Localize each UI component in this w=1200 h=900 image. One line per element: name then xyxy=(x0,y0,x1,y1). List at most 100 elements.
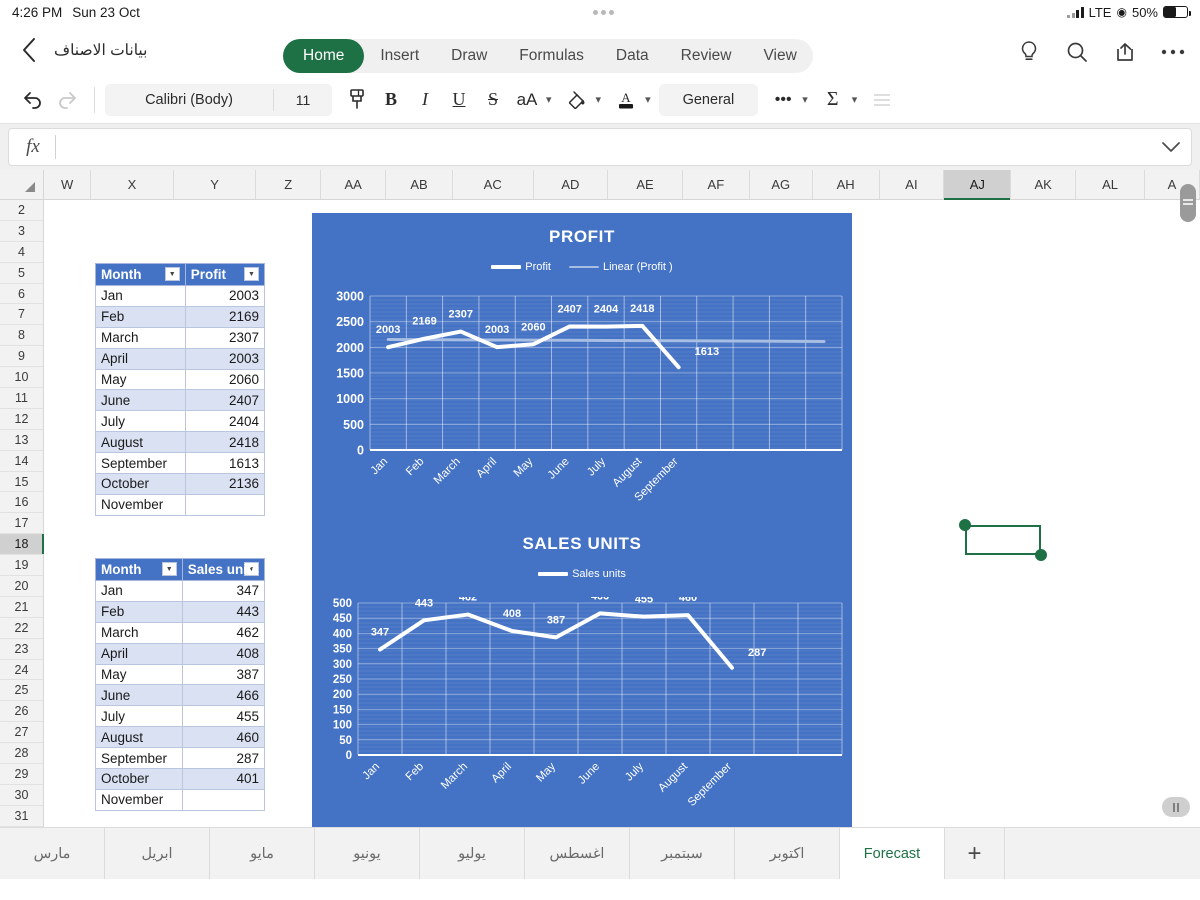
profit-table-header-profit[interactable]: ▼ Profit xyxy=(184,263,266,286)
column-header-X[interactable]: X xyxy=(91,170,174,199)
row-header-19[interactable]: 19 xyxy=(0,555,43,577)
cell-sales[interactable]: 462 xyxy=(181,621,266,644)
row-header-17[interactable]: 17 xyxy=(0,513,43,535)
sheet-tab-april[interactable]: ابريل xyxy=(105,828,210,879)
filter-dropdown-icon[interactable]: ▼ xyxy=(164,267,180,281)
format-painter-icon[interactable] xyxy=(340,83,374,117)
cell-month[interactable]: August xyxy=(95,726,183,749)
search-icon[interactable] xyxy=(1064,39,1090,65)
cell-month[interactable]: March xyxy=(95,621,183,644)
table-row[interactable]: Jan 2003 xyxy=(95,285,266,307)
table-row[interactable]: March 462 xyxy=(95,621,266,644)
cell-sales[interactable]: 408 xyxy=(181,642,266,665)
sheet-tab-march[interactable]: مارس xyxy=(0,828,105,879)
column-header-AE[interactable]: AE xyxy=(608,170,683,199)
cell-month[interactable]: Jan xyxy=(95,580,183,602)
lightbulb-icon[interactable] xyxy=(1016,39,1042,65)
table-row[interactable]: September 1613 xyxy=(95,452,266,475)
column-header-AK[interactable]: AK xyxy=(1011,170,1077,199)
row-header-31[interactable]: 31 xyxy=(0,805,43,827)
table-row[interactable]: July 455 xyxy=(95,705,266,728)
row-header-27[interactable]: 27 xyxy=(0,722,43,744)
table-row[interactable]: Jan 347 xyxy=(95,580,266,602)
select-all-corner[interactable] xyxy=(0,170,44,199)
ribbon-tab-view[interactable]: View xyxy=(747,39,812,73)
legend-item-trendline[interactable]: Linear (Profit ) xyxy=(568,261,673,273)
font-case-button[interactable]: aA ▾ xyxy=(510,83,552,117)
cell-profit[interactable]: 2407 xyxy=(184,389,266,412)
row-header-5[interactable]: 5 xyxy=(0,262,43,284)
row-header-12[interactable]: 12 xyxy=(0,408,43,430)
cell-month[interactable]: September xyxy=(95,452,186,475)
cell-profit[interactable]: 2003 xyxy=(184,347,266,370)
ribbon-tab-data[interactable]: Data xyxy=(600,39,665,73)
row-header-4[interactable]: 4 xyxy=(0,241,43,263)
row-header-20[interactable]: 20 xyxy=(0,576,43,597)
sheet-tab-may[interactable]: مايو xyxy=(210,828,315,879)
table-row[interactable]: November xyxy=(95,493,266,516)
fx-icon[interactable]: fx xyxy=(11,136,55,158)
number-format-button[interactable]: General xyxy=(658,83,759,116)
cell-month[interactable]: Feb xyxy=(95,600,183,623)
cell-month[interactable]: April xyxy=(95,347,186,370)
row-header-15[interactable]: 15 xyxy=(0,471,43,493)
filter-dropdown-icon[interactable]: ▼ xyxy=(244,267,259,281)
sales-table-header-month[interactable]: ▼ Month xyxy=(95,558,183,581)
ribbon-tab-insert[interactable]: Insert xyxy=(364,39,435,73)
sheet-tab-october[interactable]: اكتوبر xyxy=(735,828,840,879)
row-header-22[interactable]: 22 xyxy=(0,617,43,639)
row-header-18[interactable]: 18 xyxy=(0,534,44,556)
ribbon-tab-review[interactable]: Review xyxy=(665,39,748,73)
autosum-button[interactable]: Σ ▾ xyxy=(816,83,857,117)
column-header-AJ[interactable]: AJ xyxy=(944,170,1012,200)
cell-month[interactable]: Feb xyxy=(95,305,186,328)
sheet-canvas[interactable]: ▼ Month ▼ Profit Jan 2003 Feb 2169 March 2307… xyxy=(44,200,1200,827)
row-header-8[interactable]: 8 xyxy=(0,325,43,347)
cell-profit[interactable]: 2418 xyxy=(184,431,266,454)
row-header-6[interactable]: 6 xyxy=(0,283,43,305)
sheet-tab-forecast[interactable]: Forecast xyxy=(840,828,945,879)
sheet-tab-august[interactable]: اغسطس xyxy=(525,828,630,879)
font-name-field[interactable]: Calibri (Body) xyxy=(105,92,273,108)
cell-month[interactable]: November xyxy=(95,788,183,811)
fill-color-button[interactable]: ▾ xyxy=(560,83,601,117)
ribbon-tab-home[interactable]: Home xyxy=(283,39,365,73)
cell-month[interactable]: October xyxy=(95,473,186,495)
row-header-26[interactable]: 26 xyxy=(0,701,43,723)
bold-button[interactable]: B xyxy=(374,83,408,117)
cell-profit[interactable]: 2307 xyxy=(184,326,266,349)
cell-month[interactable]: September xyxy=(95,747,183,770)
cell-sales[interactable]: 347 xyxy=(181,580,266,602)
table-row[interactable]: August 2418 xyxy=(95,431,266,454)
table-row[interactable]: April 408 xyxy=(95,642,266,665)
strikethrough-button[interactable]: S xyxy=(476,83,510,117)
legend-item-profit[interactable]: Profit xyxy=(491,261,551,273)
underline-button[interactable]: U xyxy=(442,83,476,117)
row-header-30[interactable]: 30 xyxy=(0,784,43,806)
undo-icon[interactable] xyxy=(16,83,50,117)
row-header-29[interactable]: 29 xyxy=(0,764,43,785)
hamburger-icon[interactable] xyxy=(865,83,899,117)
column-header-Y[interactable]: Y xyxy=(173,170,257,199)
table-row[interactable]: July 2404 xyxy=(95,410,266,433)
row-header-24[interactable]: 24 xyxy=(0,659,43,681)
table-row[interactable]: August 460 xyxy=(95,726,266,749)
legend-item-sales-units[interactable]: Sales units xyxy=(538,568,626,580)
row-header-25[interactable]: 25 xyxy=(0,680,43,702)
back-icon[interactable] xyxy=(14,35,44,65)
cell-month[interactable]: April xyxy=(95,642,183,665)
cell-profit[interactable]: 2136 xyxy=(184,473,266,495)
cell-month[interactable]: June xyxy=(95,684,183,707)
filter-dropdown-icon[interactable]: ▼ xyxy=(161,562,177,576)
column-header-AD[interactable]: AD xyxy=(533,170,609,199)
document-title[interactable]: بيانات الاصناف xyxy=(54,41,147,60)
share-icon[interactable] xyxy=(1112,39,1138,65)
cell-month[interactable]: May xyxy=(95,368,186,391)
cell-profit[interactable]: 2404 xyxy=(184,410,266,433)
table-row[interactable]: June 466 xyxy=(95,684,266,707)
cell-sales[interactable]: 401 xyxy=(181,768,266,790)
chevron-down-icon[interactable] xyxy=(1153,141,1189,153)
cell-profit[interactable]: 2169 xyxy=(184,305,266,328)
cell-sales[interactable]: 460 xyxy=(181,726,266,749)
profit-chart[interactable]: PROFIT Profit Linear (Profit ) 0 500 1000 1… xyxy=(312,213,852,520)
